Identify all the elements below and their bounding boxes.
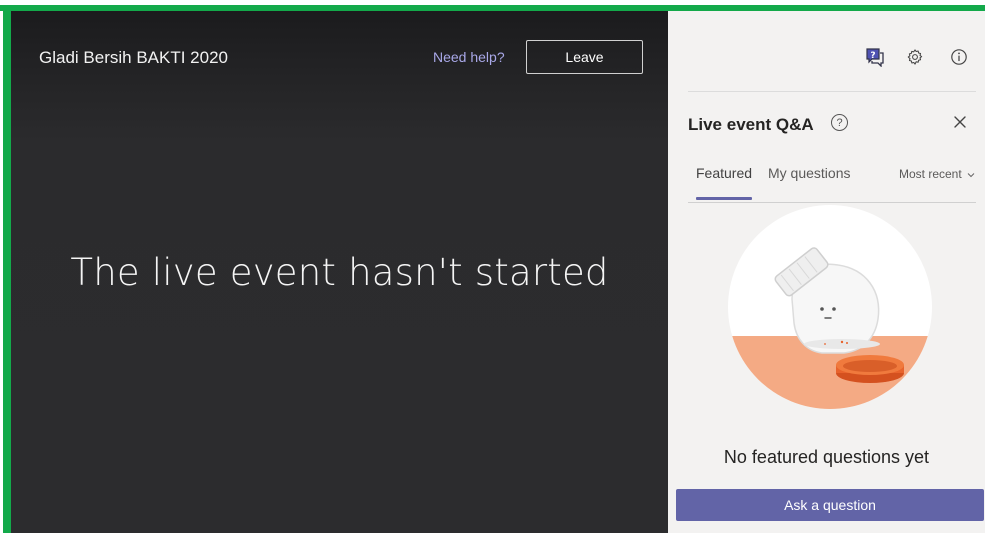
empty-jar-illustration xyxy=(728,205,932,409)
need-help-link[interactable]: Need help? xyxy=(433,49,505,65)
tab-featured[interactable]: Featured xyxy=(696,165,752,181)
sort-label: Most recent xyxy=(899,167,962,181)
question-chat-icon[interactable]: ? xyxy=(864,46,886,68)
sort-dropdown[interactable]: Most recent xyxy=(899,167,975,181)
ask-question-button[interactable]: Ask a question xyxy=(676,489,984,521)
info-icon[interactable] xyxy=(948,46,970,68)
toolbar-divider xyxy=(688,91,976,92)
window-frame-top xyxy=(0,0,985,11)
qa-side-panel: ? Live event Q&A ? Featured My questions… xyxy=(668,11,985,533)
tab-my-questions[interactable]: My questions xyxy=(768,165,850,181)
empty-state-message: No featured questions yet xyxy=(723,447,930,467)
video-stage: Gladi Bersih BAKTI 2020 Need help? Leave… xyxy=(11,11,668,533)
event-status-message: The live event hasn't started xyxy=(70,251,609,294)
qa-panel-title: Live event Q&A xyxy=(688,115,814,134)
event-title: Gladi Bersih BAKTI 2020 xyxy=(39,48,228,67)
selected-tab-indicator xyxy=(696,197,752,200)
help-circle-icon[interactable]: ? xyxy=(831,114,848,131)
window-frame-left xyxy=(3,5,11,533)
close-icon[interactable] xyxy=(951,113,969,131)
svg-text:?: ? xyxy=(870,51,875,61)
leave-button[interactable]: Leave xyxy=(526,40,643,74)
chevron-down-icon xyxy=(967,172,975,178)
gear-icon[interactable] xyxy=(904,46,926,68)
